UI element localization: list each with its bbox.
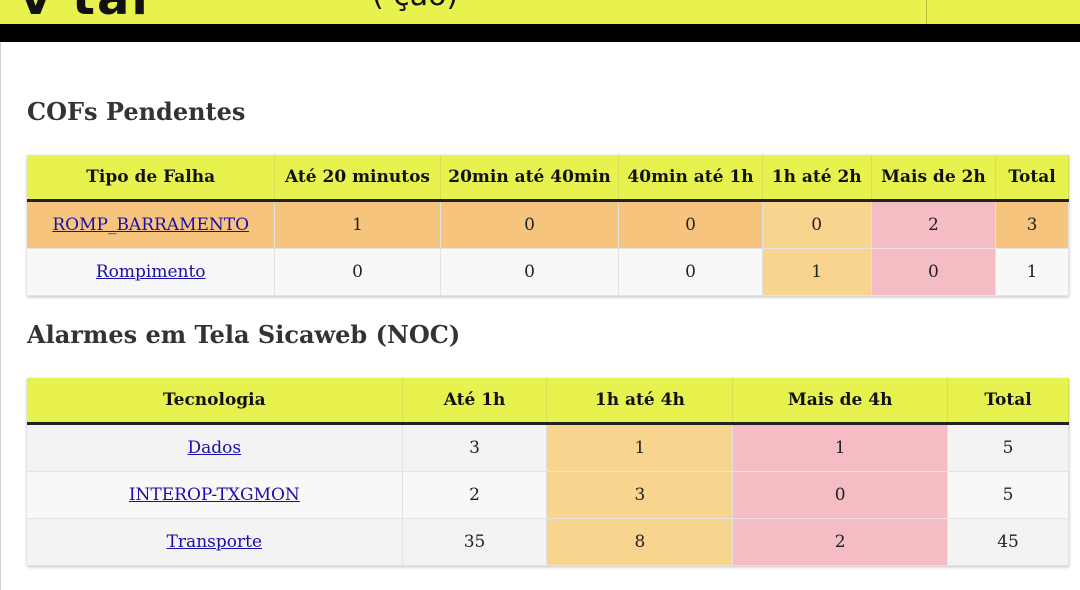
left-border — [0, 42, 1, 590]
table-cell: 0 — [618, 248, 763, 296]
section-title-cofs: COFs Pendentes — [27, 97, 246, 126]
table-cell: 3 — [402, 423, 548, 472]
table-row: Rompimento 0 0 0 1 0 1 — [27, 248, 1069, 296]
table-cell: 3 — [546, 471, 734, 519]
brand-logo: v tal — [20, 0, 150, 24]
table-cell: 2 — [402, 471, 548, 519]
column-header: Até 20 minutos — [274, 155, 441, 202]
table-cell: 1 — [732, 423, 949, 472]
table-cell: 0 — [762, 200, 872, 249]
column-header: Tecnologia — [27, 378, 403, 425]
table-cell: 0 — [440, 248, 620, 296]
header-divider — [926, 0, 927, 24]
header-black-band — [0, 24, 1080, 42]
total-cell: 5 — [947, 423, 1069, 472]
table-cell: 0 — [732, 471, 949, 519]
column-header: 20min até 40min — [440, 155, 620, 202]
technology-cell: Dados — [27, 423, 403, 472]
table-cell: 35 — [402, 518, 548, 566]
header-title: ( ção) — [372, 0, 458, 13]
column-header: Total — [995, 155, 1069, 202]
technology-link[interactable]: INTEROP-TXGMON — [129, 485, 300, 505]
table-cell: 8 — [546, 518, 734, 566]
total-cell: 5 — [947, 471, 1069, 519]
table-header-row: Tipo de Falha Até 20 minutos 20min até 4… — [27, 155, 1069, 202]
technology-cell: INTEROP-TXGMON — [27, 471, 403, 519]
failure-type-link[interactable]: ROMP_BARRAMENTO — [52, 215, 249, 235]
total-cell: 1 — [995, 248, 1069, 296]
technology-link[interactable]: Transporte — [167, 532, 262, 552]
column-header: Até 1h — [402, 378, 548, 425]
table-cell: 0 — [618, 200, 763, 249]
table-row: Transporte 35 8 2 45 — [27, 518, 1069, 566]
total-cell: 45 — [947, 518, 1069, 566]
table-row: Dados 3 1 1 5 — [27, 423, 1069, 472]
cofs-pending-table: Tipo de Falha Até 20 minutos 20min até 4… — [27, 155, 1069, 296]
table-cell: 0 — [274, 248, 441, 296]
column-header: Tipo de Falha — [27, 155, 276, 202]
table-row: INTEROP-TXGMON 2 3 0 5 — [27, 471, 1069, 519]
noc-alarms-table: Tecnologia Até 1h 1h até 4h Mais de 4h T… — [27, 378, 1069, 566]
top-header-bar: v tal ( ção) — [0, 0, 1080, 24]
technology-link[interactable]: Dados — [188, 438, 242, 458]
column-header: Mais de 2h — [871, 155, 997, 202]
table-cell: 1 — [546, 423, 734, 472]
column-header: 1h até 4h — [546, 378, 734, 425]
failure-type-link[interactable]: Rompimento — [96, 262, 206, 282]
table-row: ROMP_BARRAMENTO 1 0 0 0 2 3 — [27, 200, 1069, 249]
table-cell: 0 — [871, 248, 997, 296]
failure-type-cell: ROMP_BARRAMENTO — [27, 200, 276, 249]
failure-type-cell: Rompimento — [27, 248, 276, 296]
column-header: 1h até 2h — [762, 155, 872, 202]
column-header: Total — [947, 378, 1069, 425]
column-header: 40min até 1h — [618, 155, 763, 202]
technology-cell: Transporte — [27, 518, 403, 566]
total-cell: 3 — [995, 200, 1069, 249]
table-cell: 0 — [440, 200, 620, 249]
table-cell: 1 — [762, 248, 872, 296]
table-header-row: Tecnologia Até 1h 1h até 4h Mais de 4h T… — [27, 378, 1069, 425]
section-title-noc-alarms: Alarmes em Tela Sicaweb (NOC) — [27, 320, 461, 349]
column-header: Mais de 4h — [732, 378, 949, 425]
table-cell: 2 — [732, 518, 949, 566]
table-cell: 1 — [274, 200, 441, 249]
table-cell: 2 — [871, 200, 997, 249]
